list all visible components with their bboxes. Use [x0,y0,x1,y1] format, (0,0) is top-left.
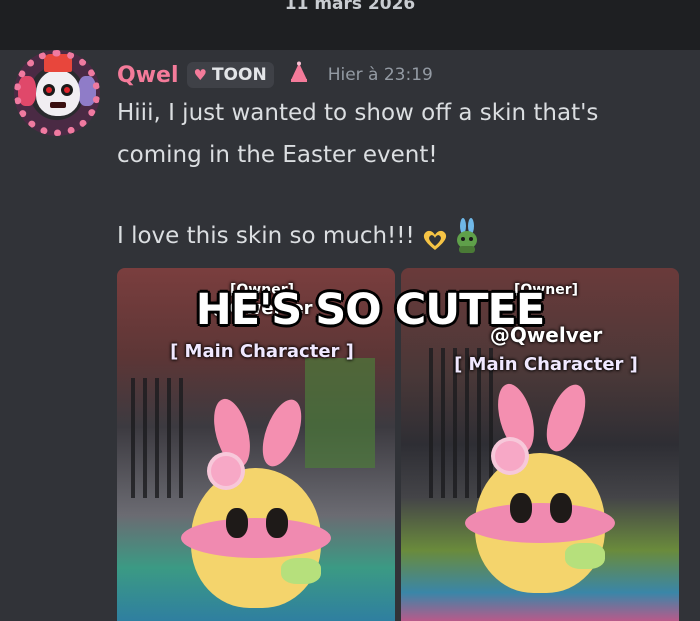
message-line-3: I love this skin so much!!! [117,215,479,257]
character-eye [510,493,532,523]
date-divider: 11 mars 2026 [284,0,416,14]
top-bar: 11 mars 2026 [0,0,700,50]
character-eye [226,508,248,538]
heart-hands-emoji-icon [421,224,449,250]
character-flower [211,456,241,486]
character-scarf [465,503,615,543]
message-content: Hiii, I just wanted to show off a skin t… [117,92,677,176]
heart-icon: ♥ [193,66,207,84]
character-figure [455,379,625,603]
avatar[interactable] [14,50,100,136]
title-label: [ Main Character ] [454,354,638,375]
character-eye [266,508,288,538]
message-header: Qwel ♥ TOON Hier à 23:19 [117,58,433,92]
message-line: Hiii, I just wanted to show off a skin t… [117,100,599,126]
username[interactable]: Qwel [117,63,179,88]
message-line: coming in the Easter event! [117,142,438,168]
server-tag-label: TOON [211,65,267,85]
character-bow [565,543,605,569]
bunny-emoji-icon [455,218,479,254]
avatar-decoration-ring [14,50,100,136]
character-bow [281,558,321,584]
character-flower [495,441,525,471]
server-tag-badge[interactable]: ♥ TOON [186,62,274,88]
overlay-caption: HE'S SO CUTEE [195,285,546,335]
role-icon[interactable] [288,61,310,89]
character-eye [550,493,572,523]
title-label: [ Main Character ] [170,341,354,362]
timestamp[interactable]: Hier à 23:19 [328,65,433,85]
character-ear [254,394,310,472]
character-figure [171,394,341,618]
character-scarf [181,518,331,558]
character-ear [538,379,594,457]
message-line: I love this skin so much!!! [117,223,415,249]
